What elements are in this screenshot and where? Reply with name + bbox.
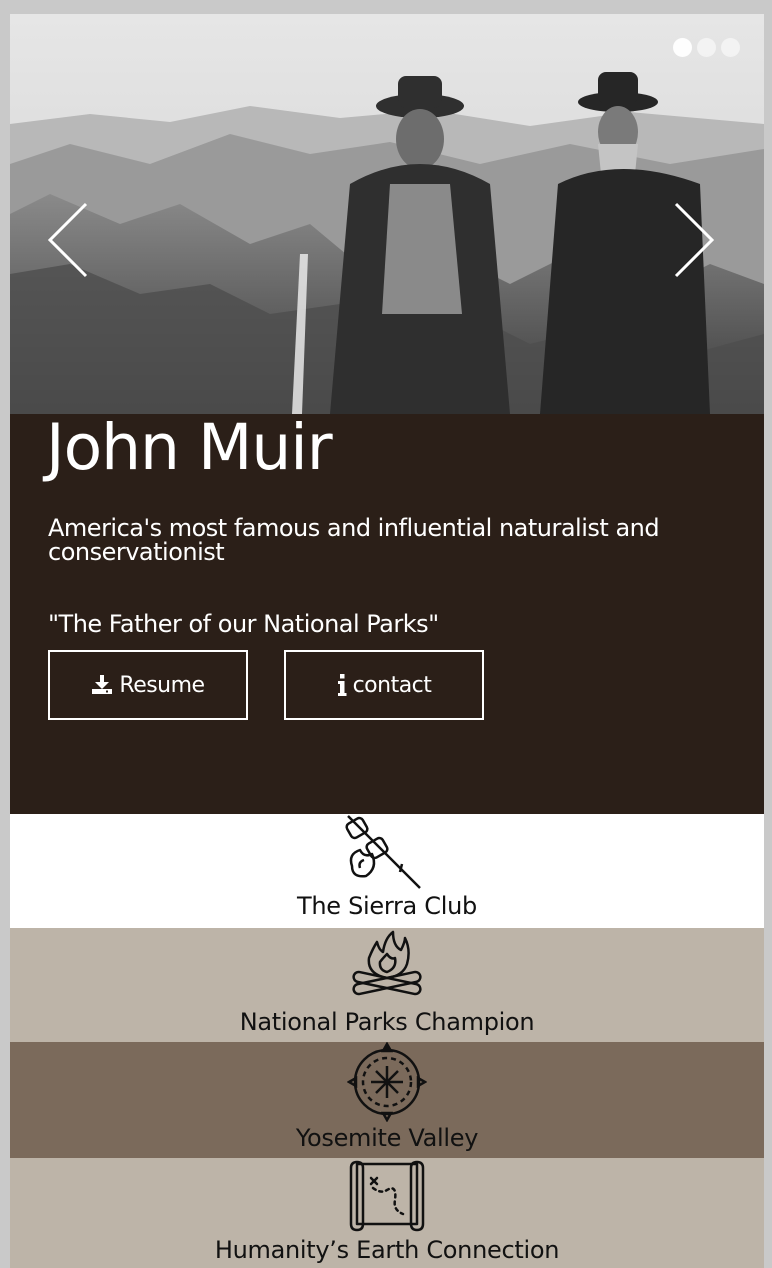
page-title: John Muir xyxy=(46,411,333,484)
feature-label: Yosemite Valley xyxy=(295,1124,479,1152)
carousel-prev-button[interactable] xyxy=(46,200,92,280)
quote: "The Father of our National Parks" xyxy=(48,610,439,638)
page: John Muir America's most famous and infl… xyxy=(10,14,764,1268)
resume-label: Resume xyxy=(119,672,205,698)
feature-sierra-club[interactable]: The Sierra Club xyxy=(10,814,764,928)
contact-label: contact xyxy=(352,672,432,698)
campfire-icon xyxy=(352,930,422,996)
treasure-map-icon xyxy=(349,1160,425,1232)
feature-earth-connection[interactable]: Humanity’s Earth Connection xyxy=(10,1158,764,1268)
info-icon xyxy=(337,674,347,696)
feature-national-parks[interactable]: National Parks Champion xyxy=(10,928,764,1042)
carousel-dot[interactable] xyxy=(721,38,740,57)
contact-button[interactable]: contact xyxy=(284,650,484,720)
tagline: America's most famous and influential na… xyxy=(48,514,660,566)
intro-section: John Muir America's most famous and infl… xyxy=(10,414,764,814)
chevron-right-icon xyxy=(674,202,715,278)
chevron-left-icon xyxy=(47,202,88,278)
browser-frame: John Muir America's most famous and infl… xyxy=(0,0,772,1268)
carousel-next-button[interactable] xyxy=(670,200,716,280)
download-icon xyxy=(92,675,113,694)
hero-carousel xyxy=(10,14,764,414)
compass-icon xyxy=(347,1042,427,1122)
hero-photo xyxy=(10,14,764,414)
feature-label: National Parks Champion xyxy=(239,1008,535,1036)
carousel-dot[interactable] xyxy=(673,38,692,57)
carousel-dot[interactable] xyxy=(697,38,716,57)
feature-yosemite-valley[interactable]: Yosemite Valley xyxy=(10,1042,764,1158)
resume-button[interactable]: Resume xyxy=(48,650,248,720)
carousel-indicators xyxy=(673,38,740,57)
feature-label: Humanity’s Earth Connection xyxy=(214,1236,560,1264)
feature-label: The Sierra Club xyxy=(297,892,477,920)
marshmallow-skewer-icon xyxy=(345,815,421,889)
